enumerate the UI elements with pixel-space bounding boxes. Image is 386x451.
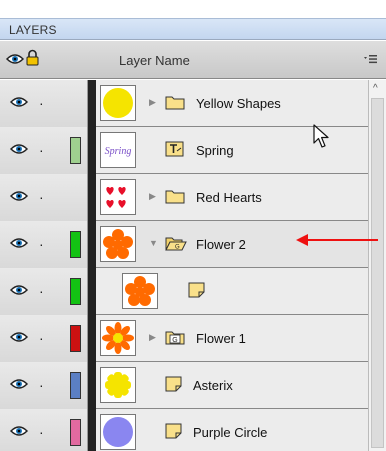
open-folder-icon: G: [165, 235, 187, 254]
svg-text:G: G: [175, 245, 180, 251]
layer-row[interactable]: ·: [0, 315, 368, 362]
layer-thumbnail: [100, 85, 136, 121]
layer-name[interactable]: Red Hearts: [196, 190, 262, 205]
svg-text:G: G: [172, 337, 177, 344]
layer-visibility-cell: ·: [0, 174, 88, 221]
layer-name[interactable]: Purple Circle: [193, 425, 267, 440]
row-divider: [88, 315, 96, 362]
object-icon: [188, 282, 206, 301]
layer-thumbnail: [122, 273, 158, 309]
visibility-eye-icon[interactable]: [5, 53, 25, 68]
panel-menu-icon[interactable]: [362, 52, 378, 66]
layer-color-swatch[interactable]: [70, 231, 81, 258]
lock-toggle-dot[interactable]: ·: [39, 143, 44, 157]
layer-color-swatch[interactable]: [70, 325, 81, 352]
group-icon: G: [165, 329, 185, 348]
eye-icon[interactable]: [9, 284, 29, 299]
text-layer-icon: [165, 141, 185, 160]
layer-thumbnail: [100, 179, 136, 215]
layer-visibility-cell: ·: [0, 80, 88, 127]
row-divider: [88, 221, 96, 268]
eye-icon[interactable]: [9, 331, 29, 346]
layer-name[interactable]: Flower 2: [196, 237, 246, 252]
object-icon: [165, 423, 183, 442]
eye-icon[interactable]: [9, 190, 29, 205]
scroll-thumb[interactable]: [371, 98, 384, 448]
row-divider: [88, 268, 96, 315]
layers-panel: LAYERS Layer Name · ▶ Yellow Shapes · Sp…: [0, 0, 386, 451]
lock-toggle-dot[interactable]: ·: [39, 237, 44, 251]
eye-icon[interactable]: [9, 96, 29, 111]
row-divider: [88, 362, 96, 409]
panel-title: LAYERS: [9, 23, 57, 37]
layer-row[interactable]: · Asterix: [0, 362, 368, 409]
row-divider: [88, 127, 96, 174]
layer-color-swatch[interactable]: [70, 419, 81, 446]
eye-icon[interactable]: [9, 143, 29, 158]
lock-icon[interactable]: [26, 49, 39, 69]
layer-color-swatch[interactable]: [70, 278, 81, 305]
layer-row[interactable]: · ▼ G Flower 2: [0, 221, 368, 268]
thumbnail-text: Spring: [105, 146, 132, 157]
layer-name-column-header: Layer Name: [119, 53, 190, 68]
scroll-up-arrow-icon[interactable]: ^: [373, 83, 378, 94]
expand-arrow-icon[interactable]: ▶: [149, 191, 156, 202]
layer-name[interactable]: Spring: [196, 143, 234, 158]
expand-arrow-icon[interactable]: ▶: [149, 332, 156, 343]
row-divider: [88, 174, 96, 221]
panel-titlebar[interactable]: LAYERS: [0, 18, 386, 40]
folder-icon: [165, 94, 185, 113]
lock-toggle-dot[interactable]: ·: [39, 425, 44, 439]
row-divider: [88, 80, 96, 127]
row-divider: [88, 409, 96, 451]
layer-thumbnail: Spring: [100, 132, 136, 168]
lock-toggle-dot[interactable]: ·: [39, 284, 44, 298]
collapse-arrow-icon[interactable]: ▼: [149, 238, 158, 248]
mouse-pointer-icon: [313, 124, 331, 153]
layer-color-swatch[interactable]: [70, 137, 81, 164]
layer-name[interactable]: Asterix: [193, 378, 233, 393]
layer-row[interactable]: · ▶ Red Hearts: [0, 174, 368, 221]
expand-arrow-icon[interactable]: ▶: [149, 97, 156, 108]
eye-icon[interactable]: [9, 237, 29, 252]
layer-row[interactable]: · ▶ Yellow Shapes: [0, 80, 368, 127]
layer-visibility-cell: ·: [0, 362, 88, 409]
object-icon: [165, 376, 183, 395]
layer-name[interactable]: Flower 1: [196, 331, 246, 346]
layer-row[interactable]: ·: [0, 268, 368, 315]
layer-thumbnail: [100, 226, 136, 262]
annotation-arrow-line: [306, 239, 378, 241]
layer-visibility-cell: ·: [0, 315, 88, 362]
layers-header: Layer Name: [0, 41, 386, 79]
layer-name[interactable]: Yellow Shapes: [196, 96, 281, 111]
lock-toggle-dot[interactable]: ·: [39, 378, 44, 392]
layer-visibility-cell: ·: [0, 221, 88, 268]
vertical-scrollbar[interactable]: ^: [368, 80, 386, 451]
eye-icon[interactable]: [9, 378, 29, 393]
lock-toggle-dot[interactable]: ·: [39, 190, 44, 204]
layer-thumbnail: [100, 320, 136, 356]
layer-row[interactable]: · Purple Circle: [0, 409, 368, 451]
layer-visibility-cell: ·: [0, 127, 88, 174]
lock-toggle-dot[interactable]: ·: [39, 96, 44, 110]
eye-icon[interactable]: [9, 425, 29, 440]
layer-visibility-cell: ·: [0, 409, 88, 451]
layer-color-swatch[interactable]: [70, 372, 81, 399]
layer-thumbnail: [100, 414, 136, 450]
folder-icon: [165, 188, 185, 207]
lock-toggle-dot[interactable]: ·: [39, 331, 44, 345]
layer-thumbnail: [100, 367, 136, 403]
layer-visibility-cell: ·: [0, 268, 88, 315]
annotation-arrow-head: [296, 234, 308, 246]
